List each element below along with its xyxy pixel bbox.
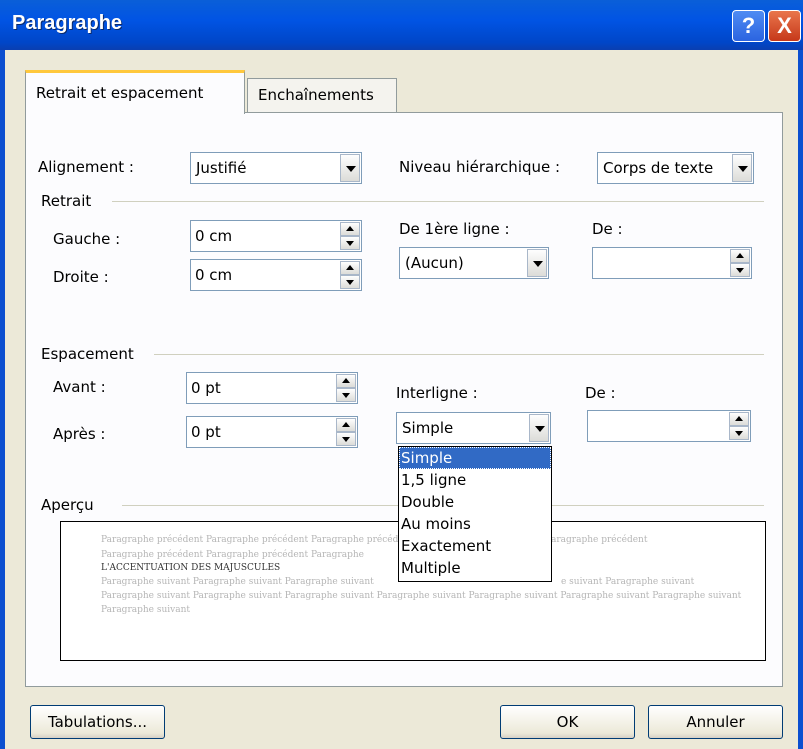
spin-up-icon[interactable] xyxy=(730,249,750,263)
spin-down-icon[interactable] xyxy=(729,426,749,440)
chevron-down-icon[interactable] xyxy=(527,249,547,277)
line-spacing-select[interactable]: Simple xyxy=(396,412,551,444)
spin-down-icon[interactable] xyxy=(730,263,750,277)
spacing-separator xyxy=(154,354,764,355)
indent-left-value: 0 cm xyxy=(195,227,233,245)
line-spacing-at-label: De : xyxy=(585,384,616,402)
cancel-button-label: Annuler xyxy=(686,713,745,731)
outline-level-value: Corps de texte xyxy=(603,159,714,177)
line-spacing-value: Simple xyxy=(402,419,454,437)
close-icon: X xyxy=(777,13,792,38)
chevron-down-icon[interactable] xyxy=(340,154,360,182)
dropdown-option-simple[interactable]: Simple xyxy=(399,447,551,469)
spin-down-icon[interactable] xyxy=(336,388,356,402)
tabulations-button[interactable]: Tabulations... xyxy=(30,705,165,739)
spin-up-icon[interactable] xyxy=(340,222,360,236)
dropdown-option-au-moins[interactable]: Au moins xyxy=(399,513,551,535)
chevron-down-icon[interactable] xyxy=(529,414,549,442)
tab-retrait-espacement[interactable]: Retrait et espacement xyxy=(25,70,245,114)
spacing-after-spinner[interactable]: 0 pt xyxy=(186,416,358,448)
preview-next-line: Paragraphe suivant Paragraphe suivant Pa… xyxy=(101,577,374,587)
spin-up-icon[interactable] xyxy=(336,374,356,388)
indent-left-spinner[interactable]: 0 cm xyxy=(190,220,362,252)
dropdown-option-1-5-ligne[interactable]: 1,5 ligne xyxy=(399,469,551,491)
alignment-label: Alignement : xyxy=(38,158,134,176)
indent-left-label: Gauche : xyxy=(53,230,121,248)
indent-right-value: 0 cm xyxy=(195,266,233,284)
indent-right-label: Droite : xyxy=(53,268,109,286)
spacing-after-value: 0 pt xyxy=(191,423,221,441)
preview-prev-line: Paragraphe précédent Paragraphe précéden… xyxy=(101,535,414,545)
preview-next-line-end: e suivant Paragraphe suivant xyxy=(561,577,695,587)
dropdown-option-multiple[interactable]: Multiple xyxy=(399,557,551,579)
spacing-before-spinner[interactable]: 0 pt xyxy=(186,372,358,404)
spin-down-icon[interactable] xyxy=(336,432,356,446)
window-title: Paragraphe xyxy=(12,12,123,34)
preview-section-title: Aperçu xyxy=(41,496,94,514)
spin-up-icon[interactable] xyxy=(729,412,749,426)
preview-next-line: Paragraphe suivant xyxy=(101,605,191,615)
alignment-value: Justifié xyxy=(196,159,247,177)
close-button[interactable]: X xyxy=(768,10,801,42)
spacing-before-label: Avant : xyxy=(53,378,106,396)
tabulations-button-label: Tabulations... xyxy=(47,713,148,731)
preview-next-line: Paragraphe suivant Paragraphe suivant Pa… xyxy=(101,591,742,601)
line-spacing-dropdown-list[interactable]: Simple 1,5 ligne Double Au moins Exactem… xyxy=(398,446,552,582)
tab-label: Retrait et espacement xyxy=(36,84,204,102)
first-line-label: De 1ère ligne : xyxy=(399,220,510,238)
cancel-button[interactable]: Annuler xyxy=(648,705,783,739)
alignment-select[interactable]: Justifié xyxy=(190,152,362,184)
spin-up-icon[interactable] xyxy=(340,261,360,275)
indent-section-title: Retrait xyxy=(41,192,92,210)
first-line-select[interactable]: (Aucun) xyxy=(399,247,549,279)
title-bar: Paragraphe ? X xyxy=(0,0,803,50)
outline-level-select[interactable]: Corps de texte xyxy=(597,152,754,184)
outline-level-label: Niveau hiérarchique : xyxy=(399,158,561,176)
spin-down-icon[interactable] xyxy=(340,275,360,289)
ok-button-label: OK xyxy=(556,713,579,731)
preview-current-paragraph: L'ACCENTUATION DES MAJUSCULES xyxy=(101,563,281,573)
tab-enchainements[interactable]: Enchaînements xyxy=(247,78,397,112)
indent-separator xyxy=(112,201,764,202)
help-button[interactable]: ? xyxy=(732,10,765,42)
line-spacing-label: Interligne : xyxy=(396,384,478,402)
spin-up-icon[interactable] xyxy=(336,418,356,432)
chevron-down-icon[interactable] xyxy=(732,154,752,182)
line-spacing-at-spinner[interactable] xyxy=(587,410,751,442)
first-line-value: (Aucun) xyxy=(405,254,464,272)
window-frame-left xyxy=(0,50,5,749)
ok-button[interactable]: OK xyxy=(500,705,635,739)
preview-prev-line-end: aragraphe précédent xyxy=(551,535,648,545)
spacing-section-title: Espacement xyxy=(41,345,134,363)
indent-right-spinner[interactable]: 0 cm xyxy=(190,259,362,291)
indent-by-label: De : xyxy=(592,220,623,238)
dropdown-option-double[interactable]: Double xyxy=(399,491,551,513)
spacing-after-label: Après : xyxy=(53,425,106,443)
dropdown-option-exactement[interactable]: Exactement xyxy=(399,535,551,557)
preview-prev-line: Paragraphe précédent Paragraphe précéden… xyxy=(101,550,364,560)
help-icon: ? xyxy=(741,13,756,38)
spin-down-icon[interactable] xyxy=(340,236,360,250)
window-frame-right xyxy=(798,50,803,749)
indent-by-spinner[interactable] xyxy=(592,247,752,279)
tab-label: Enchaînements xyxy=(258,86,374,104)
spacing-before-value: 0 pt xyxy=(191,379,221,397)
